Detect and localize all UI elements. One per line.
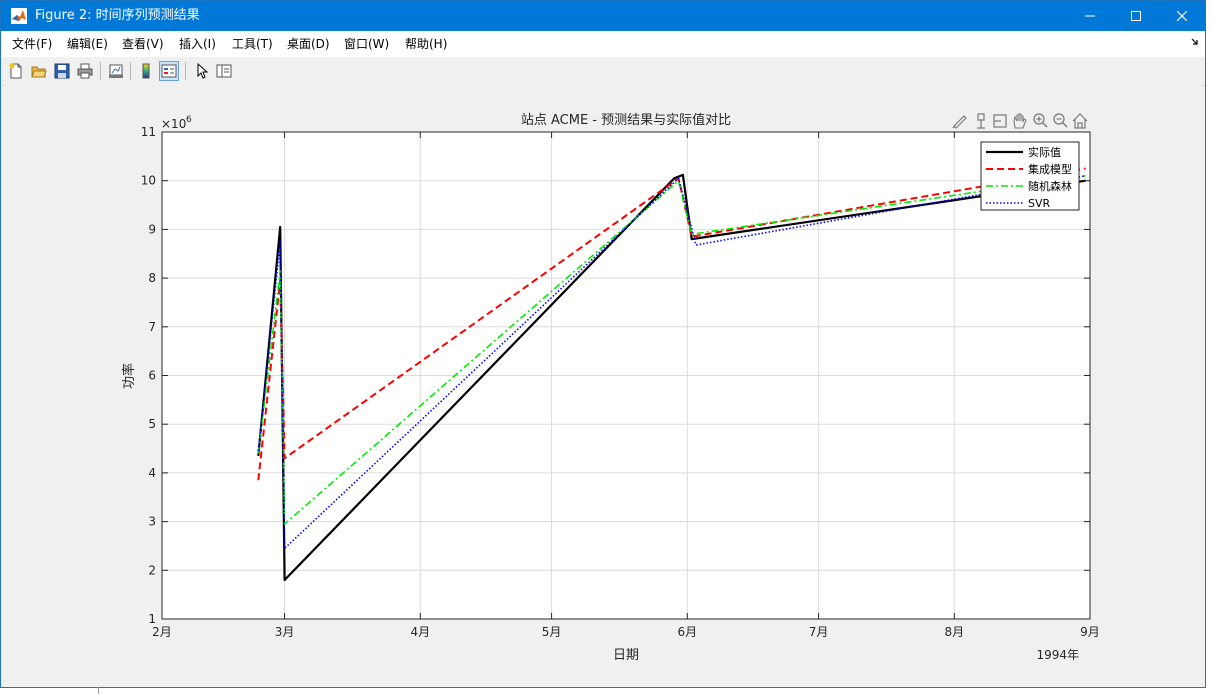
y-tick-label: 11 <box>141 125 156 139</box>
open-file-button[interactable] <box>29 61 49 81</box>
y-tick-label: 1 <box>148 612 156 626</box>
close-button[interactable] <box>1159 1 1205 31</box>
x-year-label: 1994年 <box>1036 648 1079 662</box>
link-plot-icon <box>109 64 123 78</box>
legend-label-3: SVR <box>1028 197 1051 210</box>
home-icon[interactable] <box>1072 113 1088 129</box>
pointer-icon <box>197 63 209 79</box>
print-icon <box>77 63 93 79</box>
y-tick-label: 7 <box>148 320 156 334</box>
menu-help[interactable]: 帮助(H) <box>405 37 447 51</box>
menu-insert[interactable]: 插入(I) <box>179 37 216 51</box>
y-tick-label: 5 <box>148 417 156 431</box>
open-file-icon <box>31 66 47 78</box>
x-tick-label: 4月 <box>410 625 430 639</box>
y-exponent-power: 6 <box>186 115 192 125</box>
x-tick-label: 9月 <box>1080 625 1100 639</box>
legend-icon <box>161 64 177 78</box>
y-tick-label: 10 <box>141 174 156 188</box>
y-tick-label: 8 <box>148 271 156 285</box>
menu-view[interactable]: 查看(V) <box>122 37 164 51</box>
figure-canvas: 2月 3月 4月 5月 6月 7月 8月 9月 1 2 3 4 5 6 7 8 9 10 11 站点 ACME -… <box>5 85 1201 687</box>
x-tick-label: 5月 <box>542 625 562 639</box>
edit-plot-button[interactable] <box>192 61 212 81</box>
x-tick-label: 2月 <box>152 625 172 639</box>
property-editor-icon <box>216 64 232 78</box>
new-figure-button[interactable] <box>6 61 26 81</box>
menu-window[interactable]: 窗口(W) <box>344 37 389 51</box>
link-plot-button[interactable] <box>106 61 126 81</box>
data-tips-icon[interactable] <box>977 113 985 129</box>
chart-title: 站点 ACME - 预测结果与实际值对比 <box>521 112 731 128</box>
menu-overflow-arrow-icon[interactable] <box>1191 38 1199 46</box>
maximize-button[interactable] <box>1113 1 1159 31</box>
menu-tools[interactable]: 工具(T) <box>232 37 273 51</box>
toolbar-separator <box>130 62 131 80</box>
y-tick-label: 9 <box>148 222 156 236</box>
menu-file[interactable]: 文件(F) <box>12 37 52 51</box>
zoom-out-icon[interactable] <box>1053 113 1068 128</box>
brush-icon[interactable] <box>952 115 967 129</box>
zoom-in-icon[interactable] <box>1033 113 1048 128</box>
figure-toolbar <box>1 57 1205 86</box>
x-tick-label: 8月 <box>944 625 964 639</box>
save-icon <box>54 63 70 79</box>
legend-label-2: 随机森林 <box>1028 179 1072 193</box>
line-chart: 2月 3月 4月 5月 6月 7月 8月 9月 1 2 3 4 5 6 7 8 9 10 11 站点 ACME -… <box>121 112 1100 663</box>
x-axis-label: 日期 <box>613 648 639 663</box>
x-tick-label: 7月 <box>809 625 829 639</box>
insert-colorbar-button[interactable] <box>136 61 156 81</box>
minimize-icon <box>1085 15 1095 17</box>
print-button[interactable] <box>75 61 95 81</box>
y-exponent-label: ×10 <box>161 117 186 131</box>
y-tick-label: 6 <box>148 369 156 383</box>
colorbar-icon <box>142 63 150 79</box>
legend-label-1: 集成模型 <box>1028 162 1072 176</box>
insert-legend-button[interactable] <box>159 61 179 81</box>
menu-edit[interactable]: 编辑(E) <box>67 37 108 51</box>
matlab-logo-icon <box>11 8 27 24</box>
x-tick-label: 3月 <box>275 625 295 639</box>
new-figure-icon <box>9 63 22 79</box>
legend[interactable]: 实际值集成模型随机森林 SVR <box>980 141 1080 211</box>
property-editor-button[interactable] <box>214 61 234 81</box>
y-tick-label: 3 <box>148 515 156 529</box>
rotate-icon[interactable] <box>993 114 1007 128</box>
menu-desktop[interactable]: 桌面(D) <box>287 37 330 51</box>
y-tick-label: 2 <box>148 563 156 577</box>
window-edge <box>98 687 99 694</box>
toolbar-separator <box>100 62 101 80</box>
legend-label-0: 实际值 <box>1028 145 1061 159</box>
pan-icon[interactable] <box>1013 113 1027 129</box>
title-bar[interactable]: Figure 2: 时间序列预测结果 <box>1 1 1205 31</box>
save-button[interactable] <box>52 61 72 81</box>
close-icon <box>1177 11 1187 21</box>
menu-bar: 文件(F) 编辑(E) 查看(V) 插入(I) 工具(T) 桌面(D) 窗口(W… <box>1 31 1205 58</box>
y-tick-label: 4 <box>148 466 156 480</box>
maximize-icon <box>1131 11 1141 21</box>
figure-window: Figure 2: 时间序列预测结果 文件(F) 编辑(E) 查看(V) 插入(… <box>0 0 1206 688</box>
y-axis-label: 功率 <box>121 363 137 389</box>
minimize-button[interactable] <box>1067 1 1113 31</box>
window-title: Figure 2: 时间序列预测结果 <box>35 8 200 23</box>
axes-toolbar <box>952 113 1088 129</box>
toolbar-separator <box>185 62 186 80</box>
x-tick-label: 6月 <box>677 625 697 639</box>
